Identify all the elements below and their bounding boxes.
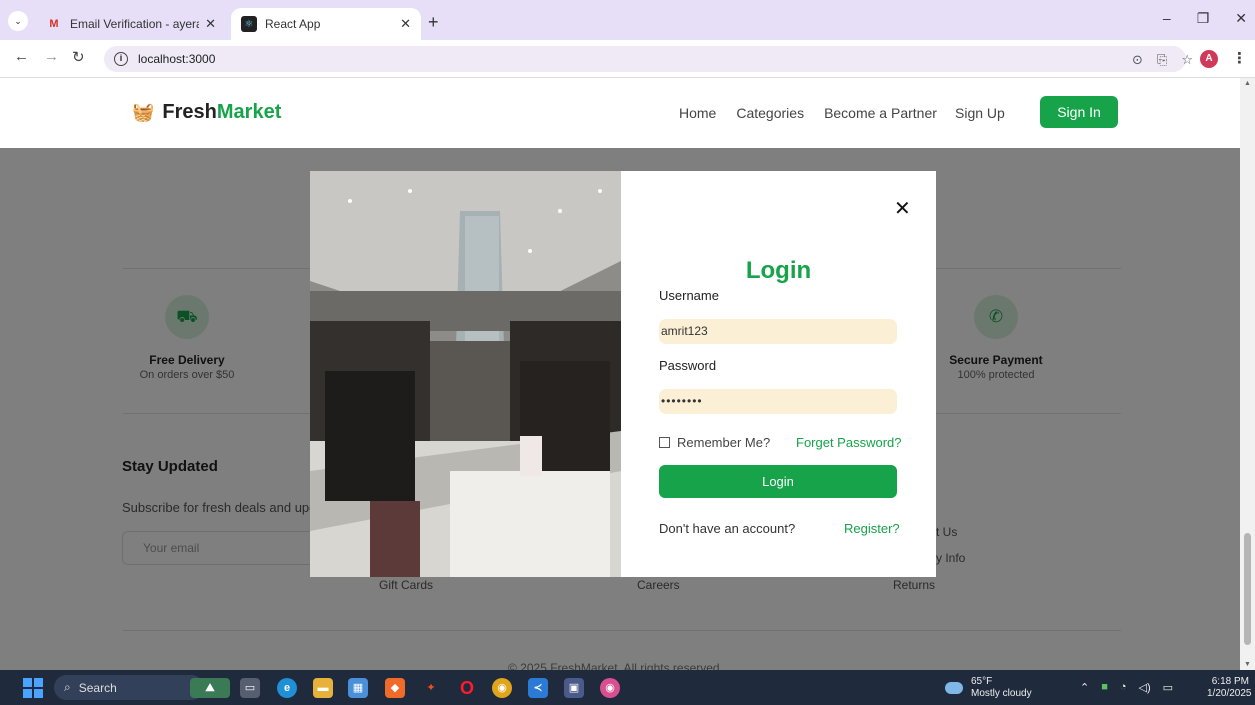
nav-become-partner[interactable]: Become a Partner <box>824 105 937 121</box>
remember-me-label: Remember Me? <box>677 435 771 450</box>
username-input[interactable]: amrit123 <box>659 319 897 344</box>
new-tab-icon[interactable]: + <box>428 12 439 33</box>
username-label: Username <box>659 288 719 303</box>
brand-logo[interactable]: 🧺 Fresh Market <box>132 101 281 124</box>
browser-toolbar: ← → ↻ i localhost:3000 ⊙ ⎘ ☆ A ⋮ <box>0 40 1255 78</box>
site-header: 🧺 Fresh Market Home Categories Become a P… <box>0 78 1240 148</box>
address-bar[interactable]: i localhost:3000 <box>104 46 1186 72</box>
forward-icon[interactable]: → <box>44 48 59 65</box>
file-explorer-icon[interactable]: ▬ <box>313 678 333 698</box>
address-text: localhost:3000 <box>138 52 216 66</box>
figma-icon[interactable]: ✦ <box>421 678 441 698</box>
login-title: Login <box>745 257 812 284</box>
brand-fresh: Fresh <box>162 101 217 123</box>
checkbox-icon[interactable] <box>659 437 670 448</box>
clock-date: 1/20/2025 <box>1207 688 1252 699</box>
tab-search-icon[interactable]: ⌄ <box>8 11 28 31</box>
login-form: ✕ Login Username amrit123 Password •••••… <box>621 171 936 577</box>
search-icon: ⌕ <box>64 680 71 694</box>
tab-title: React App <box>265 17 321 31</box>
vscode-icon[interactable]: ≺ <box>528 678 548 698</box>
tab-react-app[interactable]: ⚛ React App ✕ <box>231 8 421 40</box>
store-interior-image <box>310 171 621 577</box>
taskbar-search-label: Search <box>78 680 117 695</box>
profile-avatar[interactable]: A <box>1200 50 1218 68</box>
menu-kebab-icon[interactable]: ⋮ <box>1232 49 1247 67</box>
taskbar-clock[interactable]: 6:18 PM 1/20/2025 <box>1207 676 1252 700</box>
tray-app-icon[interactable]: ■ <box>1101 681 1108 694</box>
minimize-icon[interactable]: – <box>1163 10 1171 27</box>
password-input[interactable]: •••••••• <box>659 389 897 414</box>
chrome-active-icon[interactable]: ◉ <box>600 678 620 698</box>
store-icon[interactable]: ▦ <box>348 678 368 698</box>
scroll-down-icon[interactable]: ▼ <box>1244 661 1251 668</box>
close-icon[interactable]: ✕ <box>894 196 911 221</box>
battery-icon[interactable]: ▭ <box>1163 681 1173 694</box>
weather-temp: 65°F <box>971 676 993 687</box>
install-app-icon[interactable]: ⎘ <box>1157 52 1167 68</box>
basket-icon: 🧺 <box>132 102 155 122</box>
chrome-icon[interactable]: ◉ <box>492 678 512 698</box>
cloud-icon <box>945 682 963 694</box>
browser-tabbar: ⌄ M Email Verification - ayeramrit69 ✕ ⚛… <box>0 0 1255 40</box>
weather-desc: Mostly cloudy <box>971 688 1032 699</box>
login-button[interactable]: Login <box>659 465 897 498</box>
register-link[interactable]: Register? <box>844 521 900 536</box>
nav-categories[interactable]: Categories <box>736 105 804 121</box>
restore-icon[interactable]: ❐ <box>1197 10 1210 27</box>
widgets-icon[interactable]: ⛰ <box>190 678 230 698</box>
password-key-icon[interactable]: ⊙ <box>1132 52 1143 68</box>
windows-taskbar: ⌕ Search ⛰ ▭ e ▬ ▦ ◆ ✦ O ◉ ≺ ▣ ◉ 65°F Mo… <box>0 670 1255 705</box>
tab-email-verification[interactable]: M Email Verification - ayeramrit69 ✕ <box>36 8 226 40</box>
edge-icon[interactable]: e <box>277 678 297 698</box>
wifi-icon[interactable]: ◔ <box>1120 681 1127 694</box>
page-scrollbar[interactable]: ▲ ▼ <box>1240 78 1255 670</box>
taskbar-search[interactable]: ⌕ Search <box>54 675 204 700</box>
signin-button[interactable]: Sign In <box>1040 96 1118 128</box>
page-viewport: 🧺 Fresh Market Home Categories Become a P… <box>0 78 1240 670</box>
close-icon[interactable]: ✕ <box>205 16 216 32</box>
signup-link[interactable]: Sign Up <box>955 105 1005 121</box>
no-account-text: Don't have an account? <box>659 521 796 536</box>
volume-icon[interactable]: ◁) <box>1139 681 1151 694</box>
nav-home[interactable]: Home <box>679 105 716 121</box>
clock-time: 6:18 PM <box>1211 676 1249 687</box>
site-info-icon[interactable]: i <box>114 52 128 66</box>
password-label: Password <box>659 358 717 373</box>
opera-icon[interactable]: O <box>457 678 477 698</box>
app-icon[interactable]: ▣ <box>564 678 584 698</box>
bookmark-star-icon[interactable]: ☆ <box>1181 52 1193 68</box>
tab-title: Email Verification - ayeramrit69 <box>70 17 199 31</box>
brave-icon[interactable]: ◆ <box>385 678 405 698</box>
brand-market: Market <box>216 101 282 123</box>
scroll-up-icon[interactable]: ▲ <box>1244 80 1251 87</box>
task-view-icon[interactable]: ▭ <box>240 678 260 698</box>
chevron-up-icon[interactable]: ⌃ <box>1080 681 1089 694</box>
remember-me-checkbox[interactable]: Remember Me? <box>659 435 770 450</box>
back-icon[interactable]: ← <box>14 48 29 65</box>
forget-password-link[interactable]: Forget Password? <box>796 435 902 450</box>
weather-widget[interactable]: 65°F Mostly cloudy <box>945 676 1032 700</box>
login-modal: ✕ Login Username amrit123 Password •••••… <box>310 171 936 577</box>
gmail-icon: M <box>49 18 59 30</box>
start-icon[interactable] <box>23 678 43 698</box>
reload-icon[interactable]: ↻ <box>72 48 85 66</box>
scrollbar-thumb[interactable] <box>1244 533 1251 645</box>
react-icon: ⚛ <box>241 16 257 32</box>
close-icon[interactable]: ✕ <box>400 16 411 32</box>
close-window-icon[interactable]: ✕ <box>1235 10 1247 27</box>
